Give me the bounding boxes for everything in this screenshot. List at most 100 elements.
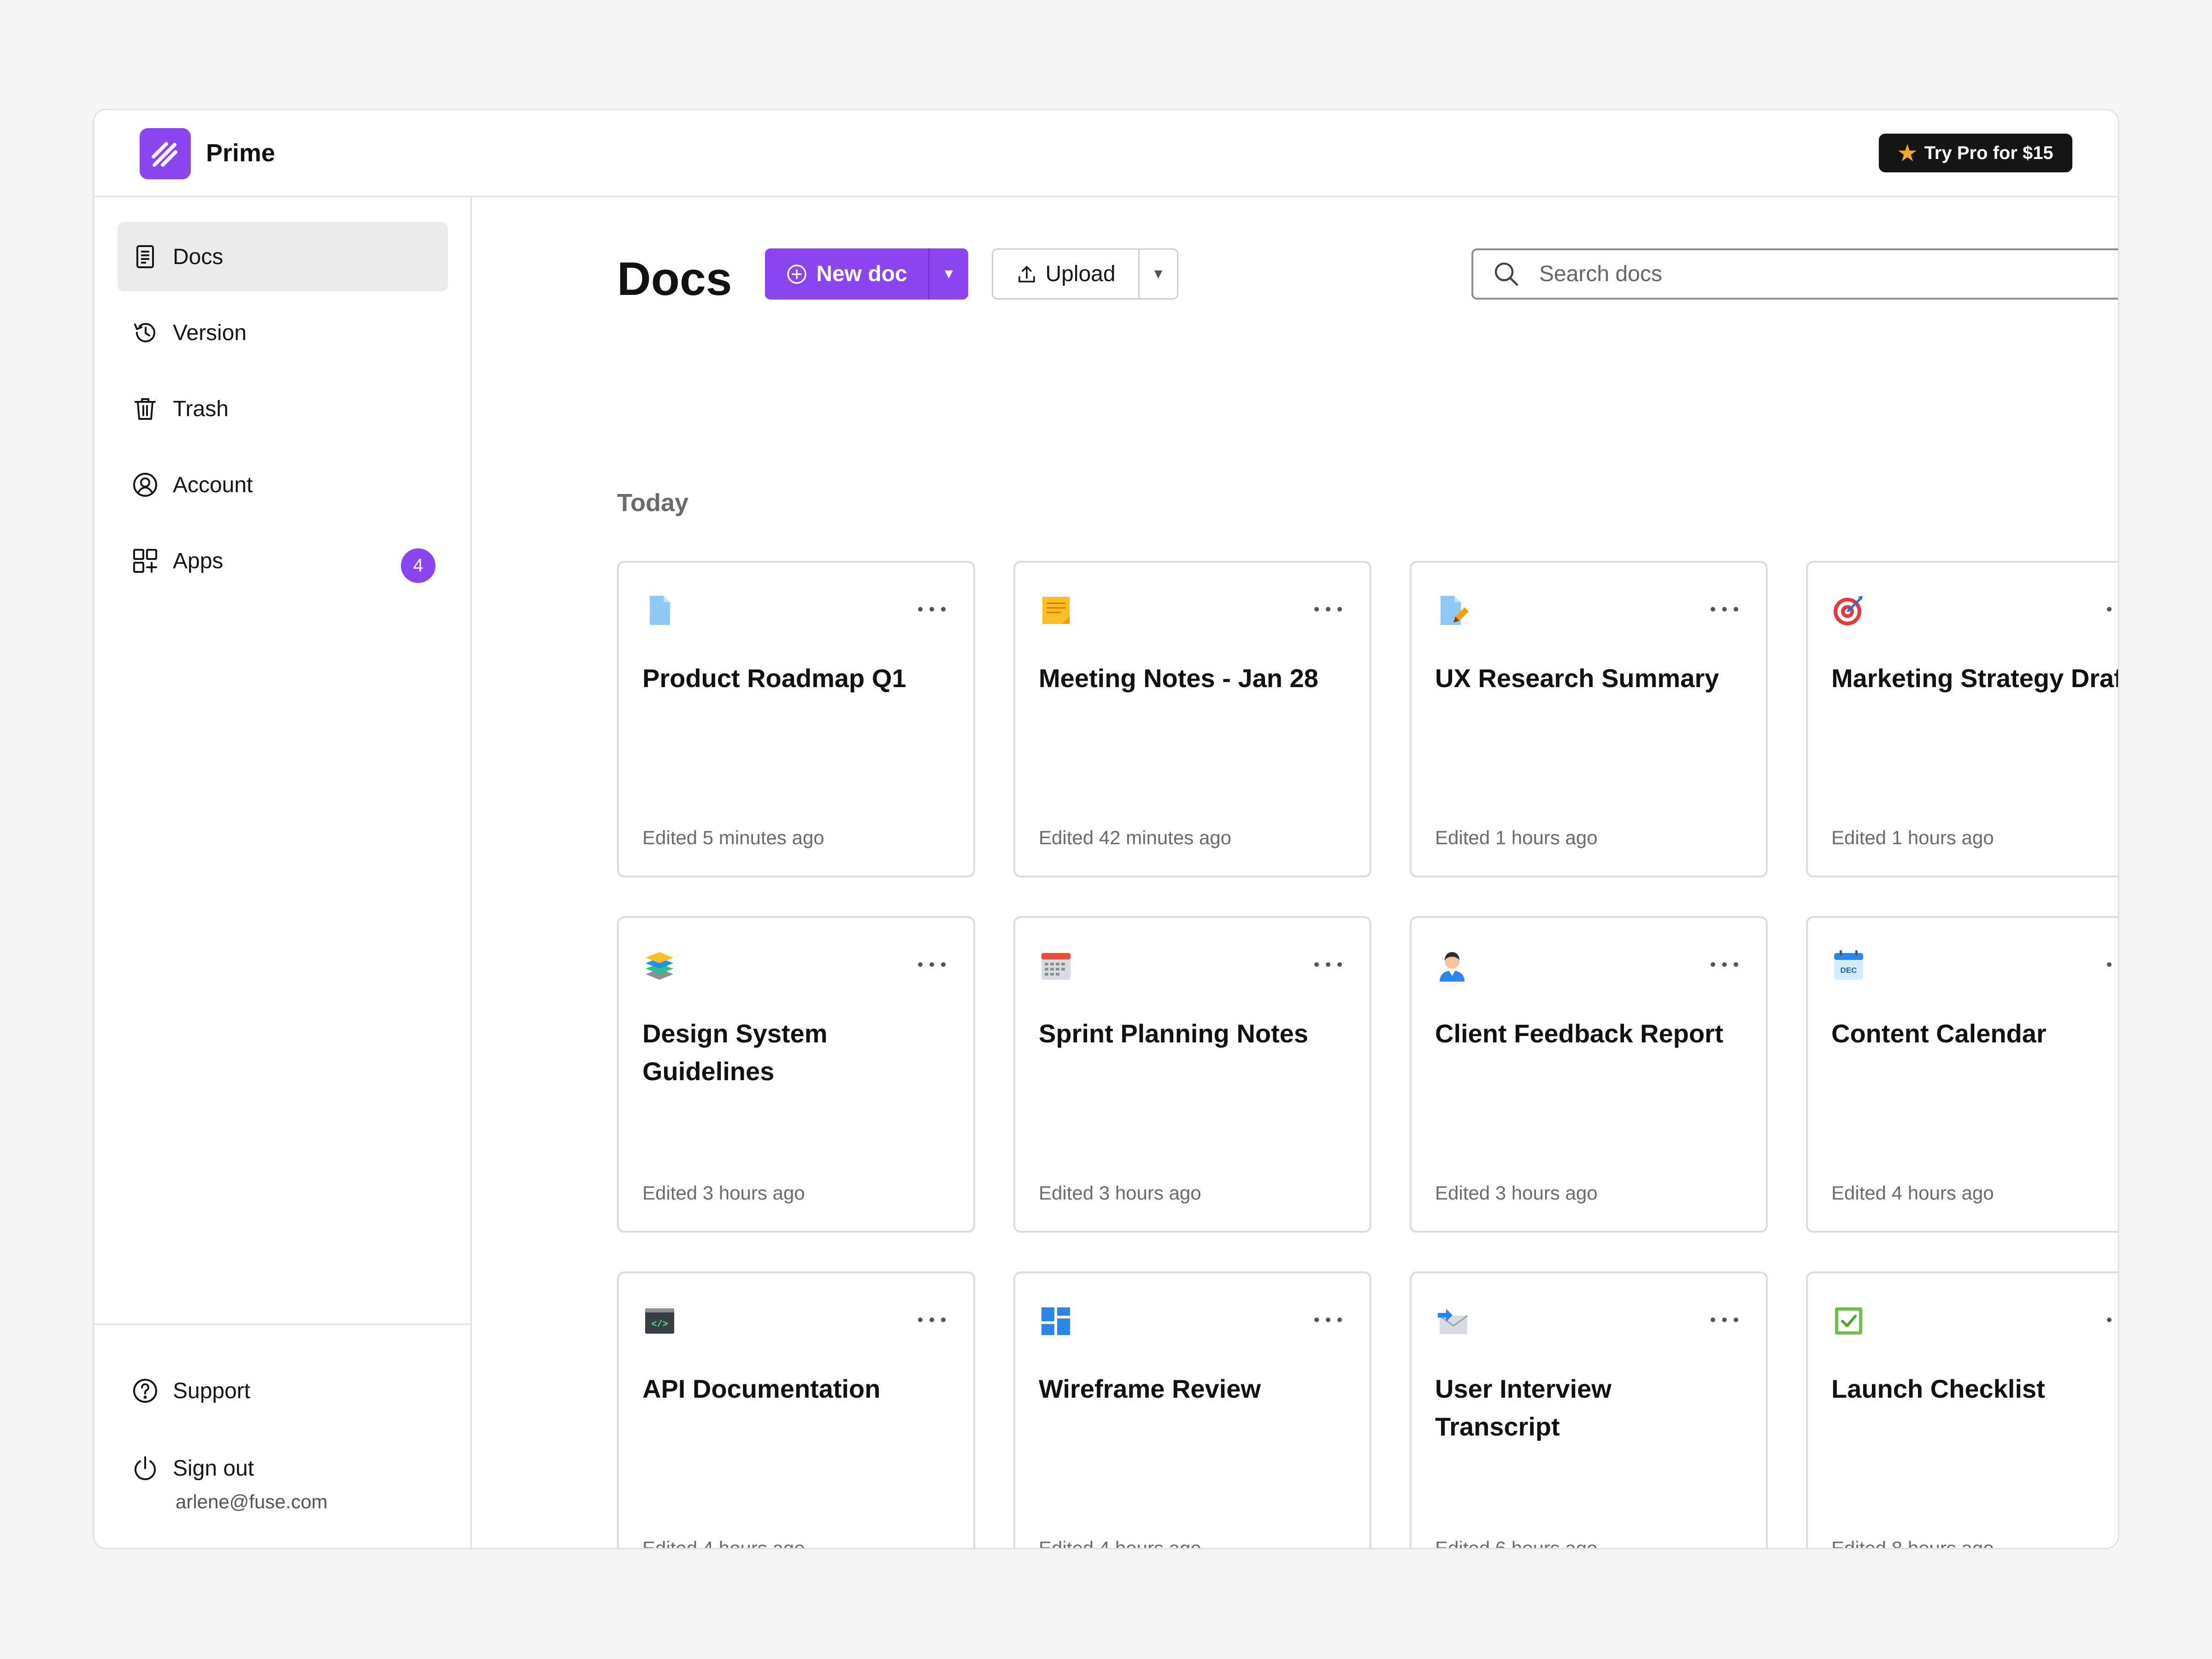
note-icon (1039, 593, 1073, 628)
document-icon (131, 243, 159, 271)
more-options-icon[interactable] (1711, 1316, 1738, 1324)
sidebar-item-account[interactable]: Account (118, 450, 448, 519)
try-pro-button[interactable]: ★ Try Pro for $15 (1879, 134, 2072, 172)
doc-card[interactable]: Client Feedback Report Edited 3 hours ag… (1410, 916, 1768, 1233)
more-options-icon[interactable] (2107, 605, 2118, 613)
doc-edited-time: Edited 4 hours ago (642, 1537, 805, 1549)
more-options-icon[interactable] (2107, 960, 2118, 969)
doc-card[interactable]: Marketing Strategy Draft Edited 1 hours … (1806, 561, 2119, 877)
doc-edited-time: Edited 3 hours ago (1039, 1182, 1201, 1204)
section-heading: Today (617, 489, 689, 517)
doc-title: Marketing Strategy Draft (1831, 664, 2119, 693)
page-icon (642, 593, 677, 628)
account-icon (131, 471, 159, 499)
doc-card[interactable]: Design System Guidelines Edited 3 hours … (617, 916, 975, 1233)
apps-icon (131, 547, 159, 575)
sidebar-item-docs[interactable]: Docs (118, 222, 448, 291)
trash-icon (131, 395, 159, 423)
caret-down-icon: ▼ (1151, 266, 1165, 282)
doc-edited-time: Edited 8 hours ago (1831, 1537, 1994, 1549)
doc-edited-time: Edited 6 hours ago (1435, 1537, 1598, 1549)
doc-title: Design System Guidelines (642, 1019, 828, 1086)
doc-card[interactable]: Launch Checklist Edited 8 hours ago (1806, 1271, 2118, 1549)
caret-down-icon: ▼ (942, 266, 956, 282)
page-pencil-icon (1435, 593, 1470, 628)
checkbox-icon (1831, 1304, 1866, 1338)
doc-edited-time: Edited 3 hours ago (1435, 1182, 1598, 1204)
support-label: Support (173, 1378, 251, 1403)
page-title: Docs (617, 253, 732, 305)
sidebar-item-label: Version (173, 320, 247, 345)
more-options-icon[interactable] (1314, 605, 1342, 613)
upload-button[interactable]: Upload (993, 250, 1138, 298)
sidebar-divider (94, 1324, 471, 1325)
doc-edited-time: Edited 4 hours ago (1039, 1537, 1201, 1549)
doc-title: Sprint Planning Notes (1039, 1019, 1308, 1048)
more-options-icon[interactable] (918, 605, 946, 613)
search-box[interactable] (1471, 248, 2118, 300)
doc-edited-time: Edited 3 hours ago (642, 1182, 805, 1204)
app-name: Prime (206, 139, 276, 167)
doc-title: Wireframe Review (1039, 1374, 1261, 1403)
help-icon (131, 1377, 159, 1405)
sidebar-item-label: Docs (173, 244, 224, 269)
doc-title: Content Calendar (1831, 1019, 2047, 1048)
more-options-icon[interactable] (2107, 1316, 2118, 1324)
sidebar-item-label: Account (173, 472, 253, 497)
search-input[interactable] (1538, 261, 2118, 287)
sidebar-item-apps[interactable]: Apps 4 (118, 526, 448, 595)
doc-edited-time: Edited 5 minutes ago (642, 827, 824, 848)
new-doc-button[interactable]: New doc (765, 248, 928, 300)
calendar-grid-icon (1039, 948, 1073, 983)
top-bar: Prime ★ Try Pro for $15 (94, 110, 2118, 197)
upload-dropdown-button[interactable]: ▼ (1140, 250, 1177, 298)
doc-edited-time: Edited 1 hours ago (1435, 827, 1598, 848)
doc-card[interactable]: </> API Documentation Edited 4 hours ago (617, 1271, 975, 1549)
code-terminal-icon: </> (642, 1304, 677, 1338)
sidebar-item-trash[interactable]: Trash (118, 374, 448, 443)
doc-card[interactable]: User Interview Transcript Edited 6 hours… (1410, 1271, 1768, 1549)
calendar-month-label: DEC (1841, 966, 1857, 975)
more-options-icon[interactable] (1314, 1316, 1342, 1324)
doc-edited-time: Edited 42 minutes ago (1039, 827, 1231, 848)
sidebar-item-label: Apps (173, 548, 224, 573)
doc-edited-time: Edited 1 hours ago (1831, 827, 1994, 848)
user-email: arlene@fuse.com (176, 1491, 328, 1512)
support-link[interactable]: Support (131, 1377, 250, 1405)
doc-card[interactable]: Sprint Planning Notes Edited 3 hours ago (1013, 916, 1371, 1233)
doc-title: API Documentation (642, 1374, 881, 1403)
more-options-icon[interactable] (1314, 960, 1342, 969)
prime-logo-icon[interactable] (140, 128, 191, 179)
sidebar: Docs Version Trash Account Apps 4 Suppor… (94, 197, 472, 1548)
code-symbol: </> (651, 1319, 668, 1330)
more-options-icon[interactable] (918, 1316, 946, 1324)
apps-count-badge: 4 (401, 548, 435, 583)
more-options-icon[interactable] (1711, 960, 1738, 969)
sidebar-item-version[interactable]: Version (118, 298, 448, 367)
doc-card[interactable]: Meeting Notes - Jan 28 Edited 42 minutes… (1013, 561, 1371, 877)
doc-card[interactable]: Wireframe Review Edited 4 hours ago (1013, 1271, 1371, 1549)
power-icon (131, 1454, 159, 1482)
new-doc-dropdown-button[interactable]: ▼ (930, 248, 968, 300)
person-icon (1435, 948, 1470, 983)
sign-out-button[interactable]: Sign out (131, 1454, 254, 1482)
main-content: Docs New doc ▼ Upload ▼ Search docs Toda… (472, 197, 2118, 1548)
calendar-dec-icon: DEC (1831, 948, 1866, 983)
doc-edited-time: Edited 4 hours ago (1831, 1182, 1994, 1204)
more-options-icon[interactable] (1711, 605, 1738, 613)
target-icon (1831, 593, 1866, 628)
doc-card[interactable]: Product Roadmap Q1 Edited 5 minutes ago (617, 561, 975, 877)
doc-card[interactable]: DEC Content Calendar Edited 4 hours ago (1806, 916, 2118, 1233)
history-icon (131, 319, 159, 347)
envelope-icon (1435, 1304, 1470, 1338)
layers-icon (642, 948, 677, 983)
doc-title: User Interview Transcript (1435, 1374, 1612, 1441)
doc-title: Launch Checklist (1831, 1374, 2045, 1403)
doc-card[interactable]: UX Research Summary Edited 1 hours ago (1410, 561, 1768, 877)
dashboard-icon (1039, 1304, 1073, 1338)
more-options-icon[interactable] (918, 960, 946, 969)
upload-split-button: Upload ▼ (992, 248, 1178, 300)
doc-title: UX Research Summary (1435, 664, 1719, 693)
doc-title: Client Feedback Report (1435, 1019, 1724, 1048)
doc-title: Meeting Notes - Jan 28 (1039, 664, 1318, 693)
